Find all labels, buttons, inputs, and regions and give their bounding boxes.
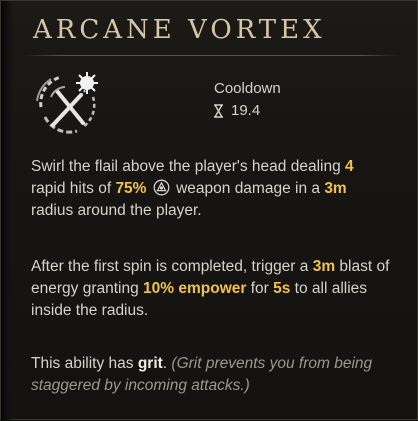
desc-text: After the first spin is completed, trigg… bbox=[31, 258, 313, 275]
ability-title: ARCANE VORTEX bbox=[33, 15, 326, 45]
ability-tooltip: ARCANE VORTEX Cooldown 19.4 Swirl the fl… bbox=[0, 0, 418, 421]
buff-duration: 5s bbox=[273, 280, 291, 297]
weapon-damage-icon bbox=[153, 179, 170, 196]
desc-text: for bbox=[246, 280, 274, 297]
hourglass-icon bbox=[214, 103, 223, 118]
damage-percent: 75% bbox=[115, 180, 147, 197]
hits-count: 4 bbox=[345, 158, 354, 175]
radius-value: 3m bbox=[324, 180, 347, 197]
blast-radius: 3m bbox=[312, 258, 336, 275]
desc-text: Swirl the flail above the player's head … bbox=[31, 158, 346, 175]
desc-text: rapid hits of bbox=[31, 180, 116, 197]
ability-effect-description: After the first spin is completed, trigg… bbox=[31, 256, 391, 322]
tooltip-left-edge bbox=[1, 1, 13, 421]
desc-text: weapon damage in a bbox=[171, 180, 325, 197]
grit-description: This ability has grit. (Grit prevents yo… bbox=[31, 353, 391, 397]
cooldown-label: Cooldown bbox=[214, 80, 281, 97]
desc-text: radius around the player. bbox=[31, 202, 202, 219]
ability-description: Swirl the flail above the player's head … bbox=[31, 156, 391, 222]
flail-vortex-icon bbox=[36, 72, 98, 134]
cooldown-value: 19.4 bbox=[231, 102, 261, 119]
grit-keyword: grit bbox=[137, 355, 163, 372]
desc-text: This ability has bbox=[31, 355, 138, 372]
empower-amount: 10% empower bbox=[143, 280, 247, 297]
title-divider bbox=[23, 55, 399, 56]
cooldown-value-row: 19.4 bbox=[213, 102, 260, 119]
